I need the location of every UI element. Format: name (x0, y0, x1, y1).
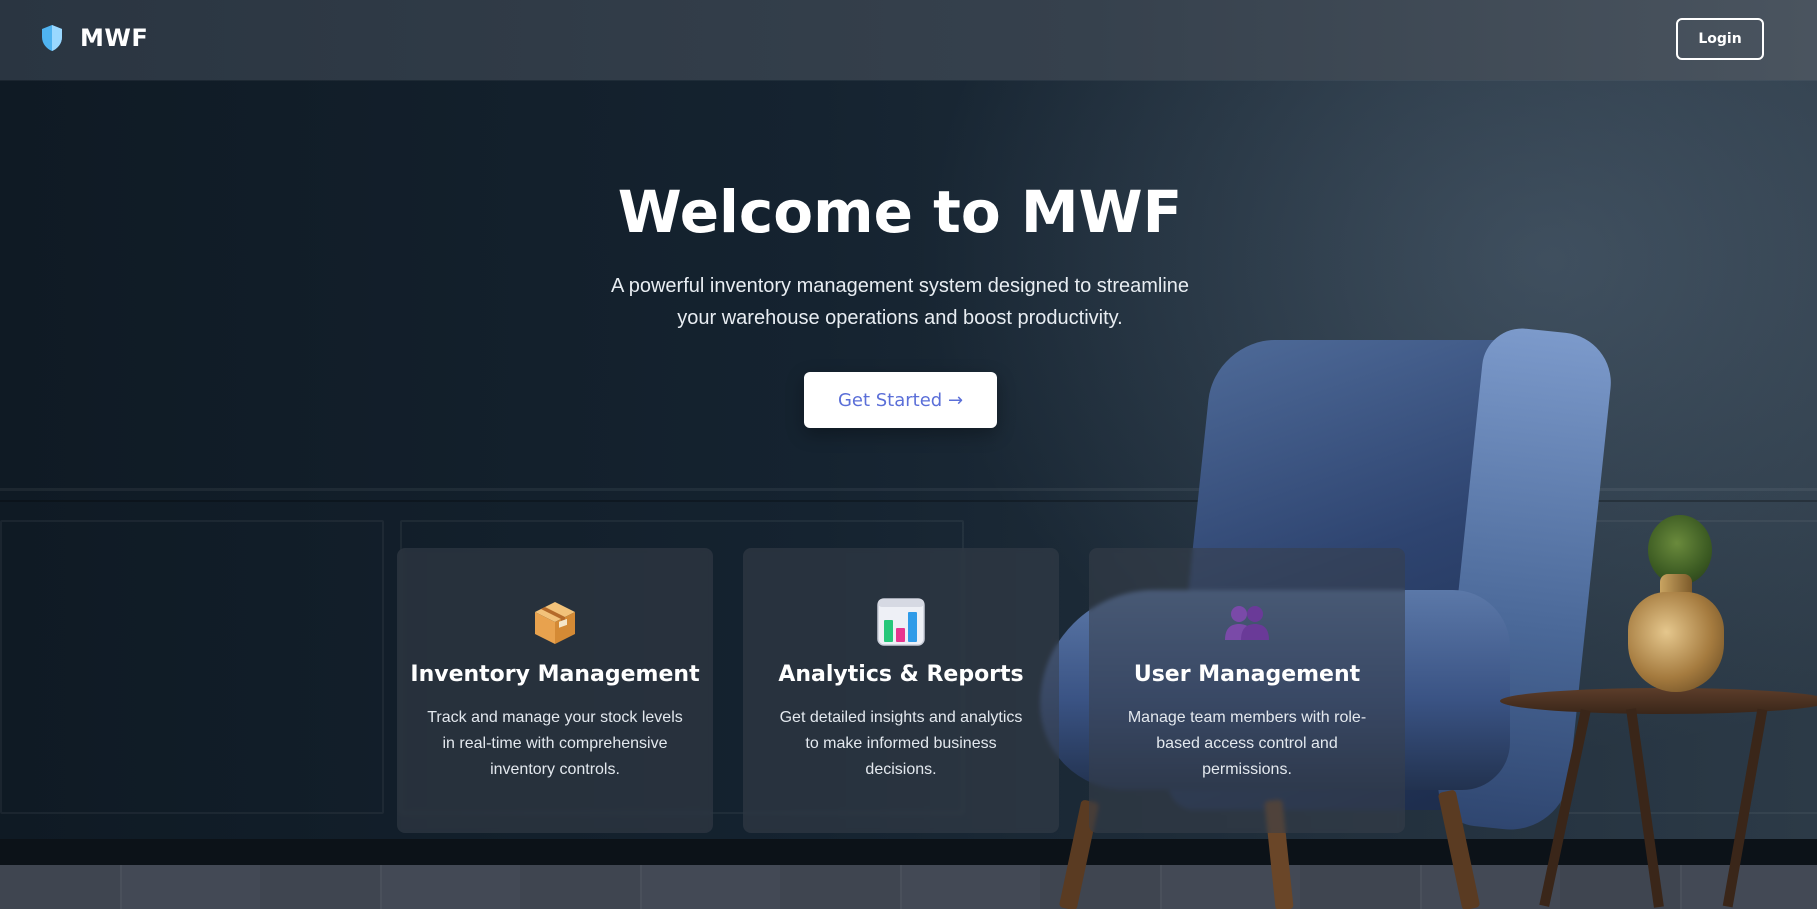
vase (1628, 592, 1724, 692)
feature-description: Track and manage your stock levels in re… (427, 709, 683, 778)
shield-icon (42, 25, 62, 51)
package-icon (535, 602, 575, 644)
get-started-button[interactable]: Get Started → (804, 372, 997, 428)
brand[interactable]: MWF (40, 24, 148, 52)
side-table (1500, 688, 1817, 714)
feature-description: Get detailed insights and analytics to m… (779, 709, 1023, 778)
feature-title: Inventory Management (410, 662, 700, 687)
top-navbar: MWF Login (0, 0, 1817, 80)
feature-card-inventory: Inventory Management Track and manage yo… (397, 548, 713, 833)
wall-panel (0, 520, 384, 814)
hero-subtitle: A powerful inventory management system d… (610, 275, 1190, 329)
bar-chart-icon (877, 598, 925, 646)
feature-title: Analytics & Reports (778, 662, 1024, 687)
feature-card-analytics: Analytics & Reports Get detailed insight… (743, 548, 1059, 833)
login-button[interactable]: Login (1676, 18, 1764, 60)
users-icon (1225, 606, 1269, 640)
feature-description: Manage team members with role-based acce… (1127, 709, 1367, 778)
feature-card-users: User Management Manage team members with… (1089, 548, 1405, 833)
hero-title: Welcome to MWF (617, 178, 1183, 246)
brand-name: MWF (80, 24, 149, 52)
feature-title: User Management (1133, 662, 1361, 687)
